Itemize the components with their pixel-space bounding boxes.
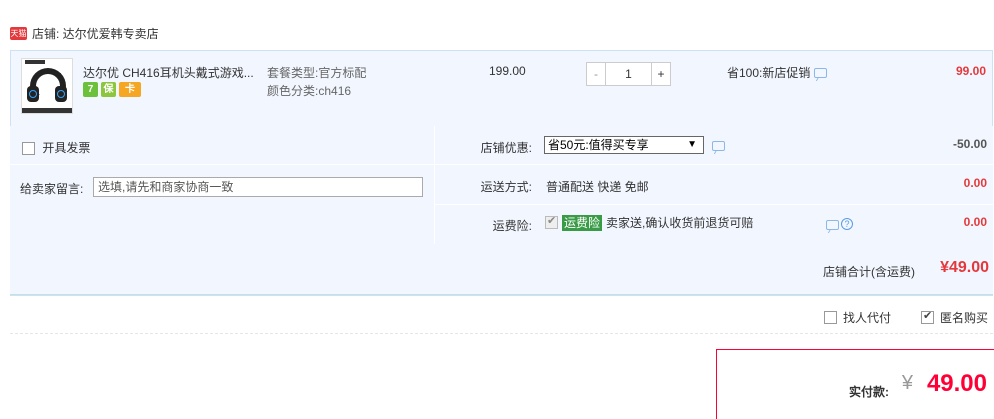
unit-price: 199.00 — [489, 64, 526, 78]
insurance-option: 运费险 卖家送,确认收货前退货可赔 — [545, 214, 753, 231]
quantity-decrease-button[interactable]: - — [586, 62, 606, 86]
product-thumbnail[interactable] — [21, 58, 73, 114]
final-payment-label: 实付款: — [849, 385, 889, 399]
shop-name-link[interactable]: 店铺: 达尔优爱韩专卖店 — [32, 25, 159, 42]
anonymous-checkbox[interactable] — [920, 309, 934, 324]
promotion-info: 省100:新店促销 — [727, 64, 828, 81]
insurance-chat-icon[interactable] — [826, 220, 839, 230]
item-subtotal: 99.00 — [955, 64, 986, 78]
shipping-method: 普通配送 快递 免邮 — [546, 180, 649, 194]
coupon-label: 店铺优惠: — [480, 141, 532, 155]
currency-symbol: ¥ — [901, 372, 913, 394]
divider — [10, 333, 993, 334]
chat-icon[interactable] — [814, 67, 828, 78]
dropdown-arrow-icon: ▼ — [687, 139, 697, 150]
invoice-checkbox[interactable] — [22, 142, 35, 156]
shop-total-value: ¥49.00 — [940, 259, 989, 276]
proxy-pay-checkbox[interactable] — [823, 311, 837, 324]
service-badges: 7 保 卡 — [83, 82, 141, 97]
quantity-stepper: - 1 + — [586, 62, 671, 86]
coupon-amount: -50.00 — [952, 137, 987, 151]
shop-header: 天猫 店铺: 达尔优爱韩专卖店 — [10, 24, 159, 42]
guarantee-icon[interactable]: 保 — [101, 82, 116, 97]
shop-total-label: 店铺合计(含运费) — [823, 265, 915, 279]
sku-package: 套餐类型:官方标配 — [267, 66, 367, 80]
proxy-pay-option[interactable]: 找人代付 — [823, 309, 891, 326]
invoice-option[interactable]: 开具发票 — [22, 139, 90, 156]
insurance-text: 卖家送,确认收货前退货可赔 — [606, 216, 754, 230]
anonymous-label: 匿名购买 — [939, 311, 988, 325]
shipping-label: 运送方式: — [480, 180, 532, 194]
coupon-chat-icon[interactable] — [712, 141, 725, 151]
final-payment-box: 实付款: ¥ 49.00 — [716, 349, 994, 419]
final-payment-value: 49.00 — [926, 370, 987, 397]
product-title-link[interactable]: 达尔优 CH416耳机头戴式游戏... — [83, 64, 255, 81]
tmall-icon: 天猫 — [10, 26, 27, 40]
shipping-amount: 0.00 — [963, 176, 987, 190]
sku-color: 颜色分类:ch416 — [267, 84, 352, 98]
quantity-input[interactable]: 1 — [606, 62, 651, 86]
order-item: 达尔优 CH416耳机头戴式游戏... 7 保 卡 套餐类型:官方标配 颜色分类… — [10, 50, 993, 128]
insurance-checkbox — [545, 214, 558, 229]
anonymous-option[interactable]: 匿名购买 — [920, 309, 988, 326]
coupon-select[interactable]: 省50元:值得买专享 ▼ — [544, 136, 704, 154]
insurance-tag: 运费险 — [562, 214, 603, 231]
shop-total-row: 店铺合计(含运费) ¥49.00 — [10, 245, 993, 295]
help-icon[interactable]: ? — [841, 218, 853, 230]
seven-day-return-icon[interactable]: 7 — [83, 82, 98, 97]
credit-card-icon[interactable]: 卡 — [119, 82, 141, 97]
insurance-amount: 0.00 — [963, 215, 987, 229]
brand-logo-icon — [25, 60, 45, 64]
seller-note-label: 给卖家留言: — [20, 182, 84, 196]
seller-note-input[interactable]: 选填,请先和商家协商一致 — [93, 177, 423, 197]
proxy-pay-label: 找人代付 — [842, 311, 891, 325]
promotion-label: 省100:新店促销 — [727, 66, 811, 80]
invoice-label: 开具发票 — [42, 141, 91, 155]
insurance-label: 运费险: — [492, 219, 532, 233]
payment-options: 找人代付 匿名购买 — [823, 309, 988, 326]
quantity-increase-button[interactable]: + — [651, 62, 671, 86]
